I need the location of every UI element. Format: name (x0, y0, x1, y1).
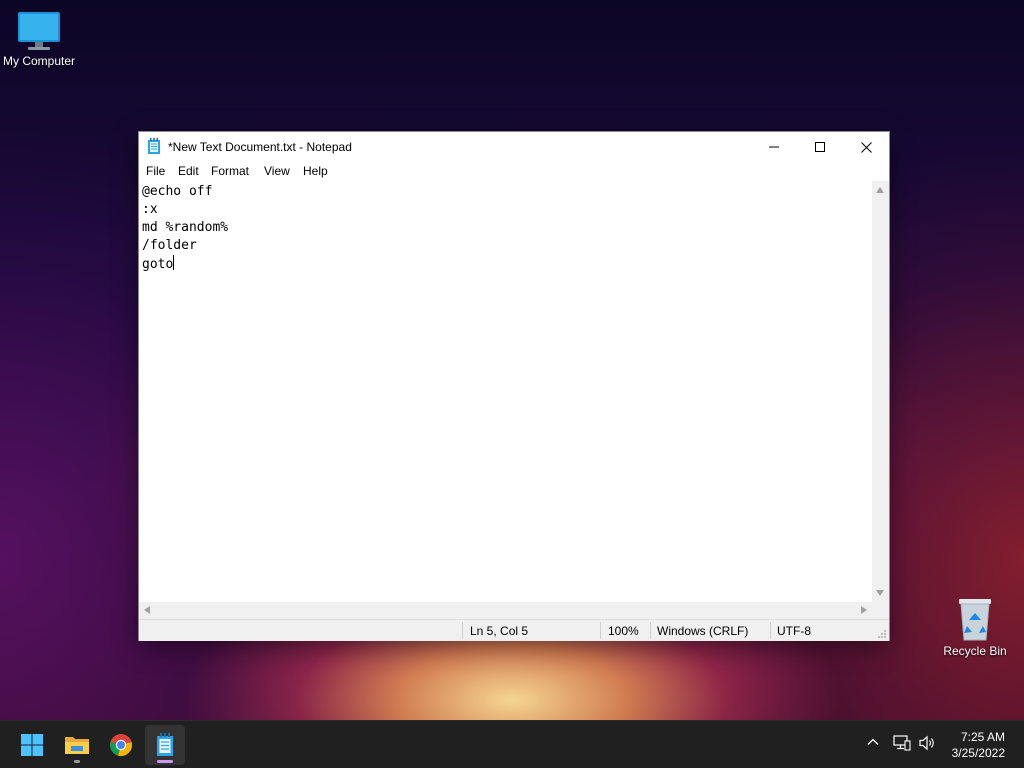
text-line: :x (142, 202, 158, 217)
desktop-icon-label: My Computer (2, 54, 76, 68)
volume-icon[interactable] (918, 735, 936, 751)
menu-format[interactable]: Format (211, 164, 249, 178)
menu-file[interactable]: File (146, 164, 165, 178)
window-title: *New Text Document.txt - Notepad (168, 140, 352, 154)
status-divider (462, 622, 463, 639)
status-bar: Ln 5, Col 5 100% Windows (CRLF) UTF-8 (139, 619, 889, 641)
horizontal-scrollbar[interactable] (139, 602, 872, 619)
menu-edit[interactable]: Edit (178, 164, 199, 178)
file-explorer-icon (65, 737, 89, 754)
clock-date: 3/25/2022 (951, 746, 1005, 760)
text-editor[interactable]: @echo off :x md %random% /folder goto (139, 181, 872, 602)
clock-time: 7:25 AM (960, 730, 1005, 744)
taskbar-notepad[interactable] (145, 725, 185, 765)
desktop-icon-my-computer[interactable]: My Computer (0, 10, 80, 68)
notepad-icon (157, 733, 173, 756)
status-divider (770, 622, 771, 639)
recycle-bin-icon (959, 599, 991, 641)
notepad-window[interactable]: *New Text Document.txt - Notepad File Ed… (138, 131, 890, 641)
menu-help[interactable]: Help (303, 164, 328, 178)
start-button[interactable] (12, 725, 52, 765)
text-line: goto (142, 257, 174, 272)
taskbar-file-explorer[interactable] (57, 725, 97, 765)
maximize-icon (815, 142, 825, 152)
minimize-button[interactable] (751, 132, 797, 162)
scroll-down-arrow-icon[interactable] (876, 590, 884, 596)
start-icon (21, 734, 43, 756)
title-bar[interactable]: *New Text Document.txt - Notepad (139, 132, 889, 162)
taskbar-chrome[interactable] (101, 725, 141, 765)
close-icon (860, 141, 872, 153)
desktop-icon-label: Recycle Bin (943, 644, 1007, 658)
running-indicator (74, 760, 80, 763)
menu-bar: File Edit Format View Help (139, 162, 889, 181)
system-clock[interactable]: 7:25 AM 3/25/2022 (952, 729, 1005, 761)
resize-grip-icon[interactable] (877, 629, 887, 639)
status-zoom: 100% (608, 624, 639, 638)
status-line-ending: Windows (CRLF) (657, 624, 749, 638)
monitor-icon (18, 12, 60, 50)
status-encoding: UTF-8 (777, 624, 811, 638)
close-button[interactable] (843, 132, 889, 162)
scroll-up-arrow-icon[interactable] (876, 187, 884, 193)
taskbar: 7:25 AM 3/25/2022 (0, 720, 1024, 768)
chevron-up-icon[interactable] (866, 735, 880, 749)
scrollbar-corner (872, 602, 889, 619)
text-line: /folder (142, 238, 197, 253)
menu-view[interactable]: View (264, 164, 290, 178)
maximize-button[interactable] (797, 132, 843, 162)
scroll-left-arrow-icon[interactable] (144, 606, 150, 614)
minimize-icon (769, 146, 779, 148)
status-divider (600, 622, 601, 639)
status-divider (650, 622, 651, 639)
text-line: md %random% (142, 220, 229, 235)
vertical-scrollbar[interactable] (872, 181, 889, 602)
text-caret (173, 255, 175, 270)
active-indicator (157, 760, 173, 763)
desktop-icon-recycle-bin[interactable]: Recycle Bin (934, 596, 1016, 658)
status-cursor-position: Ln 5, Col 5 (470, 624, 529, 638)
network-icon[interactable] (893, 735, 911, 751)
scroll-right-arrow-icon[interactable] (861, 606, 867, 614)
text-line: @echo off (142, 184, 213, 199)
notepad-icon (148, 138, 160, 154)
chrome-icon (110, 734, 132, 756)
